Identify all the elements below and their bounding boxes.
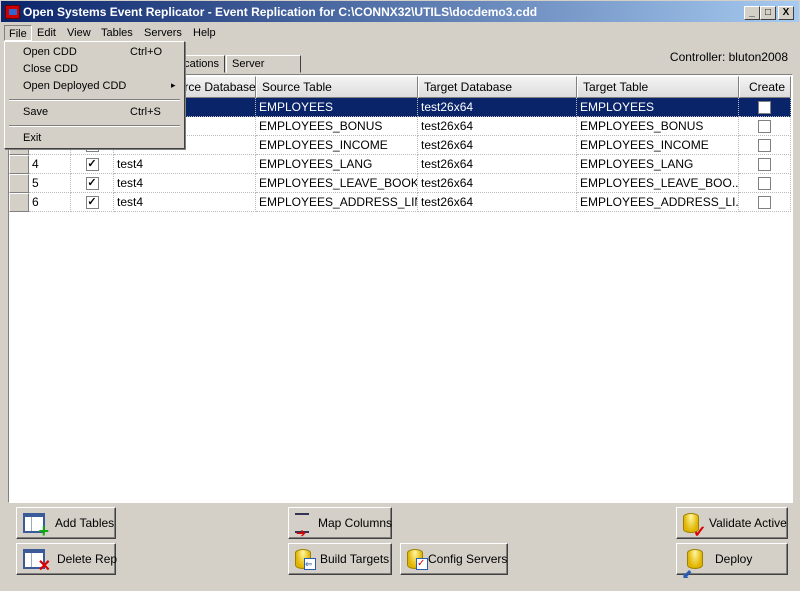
create-checkbox-cell <box>739 174 791 193</box>
row-number-cell: 6 <box>29 193 71 212</box>
file-menu-dropdown: Open CDD Ctrl+O Close CDD Open Deployed C… <box>4 41 185 149</box>
active-checkbox[interactable]: ✓ <box>85 196 99 210</box>
row-selector[interactable] <box>9 193 29 212</box>
menu-tables[interactable]: Tables <box>97 25 137 41</box>
maximize-button[interactable]: □ <box>760 6 776 20</box>
source-table-cell: EMPLOYEES_BONUS <box>256 117 418 136</box>
database-validate-icon: ✓ <box>683 513 706 541</box>
column-header-create[interactable]: Create <box>739 76 791 98</box>
source-table-cell: EMPLOYEES_INCOME <box>256 136 418 155</box>
target-table-cell: EMPLOYEES_LANG <box>577 155 739 174</box>
source-table-cell: EMPLOYEES_LEAVE_BOOK... <box>256 174 418 193</box>
row-selector[interactable] <box>9 174 29 193</box>
menu-item-close-cdd[interactable]: Close CDD <box>23 63 78 75</box>
database-config-icon: ✓ <box>407 549 428 570</box>
menu-separator <box>9 125 180 127</box>
window-title: Open Systems Event Replicator - Event Re… <box>23 5 538 19</box>
row-number-cell: 4 <box>29 155 71 174</box>
row-selector[interactable] <box>9 155 29 174</box>
database-deploy-icon: ⬋ <box>682 549 703 581</box>
add-table-icon: + <box>23 513 49 540</box>
map-columns-icon: ➔ <box>295 513 309 540</box>
submenu-arrow-icon: ▸ <box>171 80 176 90</box>
create-checkbox[interactable] <box>758 101 771 115</box>
close-button[interactable]: X <box>778 6 794 20</box>
delete-rep-button[interactable]: ✕ Delete Rep <box>16 543 117 575</box>
target-database-cell: test26x64 <box>418 98 577 117</box>
menu-item-open-cdd[interactable]: Open CDD Ctrl+O <box>23 46 173 58</box>
menu-help[interactable]: Help <box>189 25 220 41</box>
active-checkbox-cell: ✓ <box>71 193 114 212</box>
target-table-cell: EMPLOYEES_ADDRESS_LI... <box>577 193 739 212</box>
menu-servers[interactable]: Servers <box>140 25 186 41</box>
active-checkbox-cell: ✓ <box>71 155 114 174</box>
source-database-cell: test4 <box>114 155 256 174</box>
validate-active-button[interactable]: ✓ Validate Active <box>676 507 788 541</box>
source-table-cell: EMPLOYEES <box>256 98 418 117</box>
menu-separator <box>9 99 180 101</box>
source-table-cell: EMPLOYEES_ADDRESS_LINE <box>256 193 418 212</box>
map-columns-button[interactable]: ➔ Map Columns <box>288 507 392 540</box>
create-checkbox-cell <box>739 136 791 155</box>
target-database-cell: test26x64 <box>418 136 577 155</box>
deploy-button[interactable]: ⬋ Deploy <box>676 543 788 581</box>
add-tables-button[interactable]: + Add Tables <box>16 507 116 540</box>
minimize-button[interactable]: _ <box>744 6 760 20</box>
source-table-cell: EMPLOYEES_LANG <box>256 155 418 174</box>
target-table-cell: EMPLOYEES_INCOME <box>577 136 739 155</box>
tab-server-status[interactable]: Server Status <box>226 55 301 86</box>
column-header-source-table[interactable]: Source Table <box>256 76 418 98</box>
create-checkbox[interactable] <box>758 196 771 210</box>
active-checkbox[interactable]: ✓ <box>85 177 99 191</box>
create-checkbox[interactable] <box>758 158 771 172</box>
target-database-cell: test26x64 <box>418 117 577 136</box>
create-checkbox-cell <box>739 193 791 212</box>
menu-bar: File Edit View Tables Servers Help <box>0 23 800 41</box>
target-database-cell: test26x64 <box>418 193 577 212</box>
create-checkbox[interactable] <box>758 139 771 153</box>
menu-edit[interactable]: Edit <box>33 25 60 41</box>
row-number-cell: 5 <box>29 174 71 193</box>
create-checkbox-cell <box>739 155 791 174</box>
column-header-target-database[interactable]: Target Database <box>418 76 577 98</box>
controller-label: Controller: bluton2008 <box>669 50 788 64</box>
create-checkbox[interactable] <box>758 177 771 191</box>
target-table-cell: EMPLOYEES_BONUS <box>577 117 739 136</box>
source-database-cell: test4 <box>114 193 256 212</box>
menu-item-exit[interactable]: Exit <box>23 132 41 144</box>
menu-file[interactable]: File <box>4 25 32 41</box>
active-checkbox[interactable]: ✓ <box>85 158 99 172</box>
create-checkbox-cell <box>739 117 791 136</box>
target-database-cell: test26x64 <box>418 155 577 174</box>
target-table-cell: EMPLOYEES_LEAVE_BOO... <box>577 174 739 193</box>
menu-item-save[interactable]: Save Ctrl+S <box>23 106 173 118</box>
active-checkbox-cell: ✓ <box>71 174 114 193</box>
create-checkbox-cell <box>739 98 791 117</box>
config-servers-button[interactable]: ✓ Config Servers <box>400 543 508 575</box>
title-bar: Open Systems Event Replicator - Event Re… <box>0 0 800 23</box>
app-icon[interactable] <box>5 5 20 19</box>
menu-item-open-deployed-cdd[interactable]: Open Deployed CDD ▸ <box>23 80 176 92</box>
build-targets-button[interactable]: ⇐ Build Targets <box>288 543 392 575</box>
column-header-target-table[interactable]: Target Table <box>577 76 739 98</box>
create-checkbox[interactable] <box>758 120 771 134</box>
delete-table-icon: ✕ <box>23 549 51 575</box>
menu-view[interactable]: View <box>63 25 95 41</box>
source-database-cell: test4 <box>114 174 256 193</box>
database-build-icon: ⇐ <box>295 549 316 570</box>
target-database-cell: test26x64 <box>418 174 577 193</box>
target-table-cell: EMPLOYEES <box>577 98 739 117</box>
